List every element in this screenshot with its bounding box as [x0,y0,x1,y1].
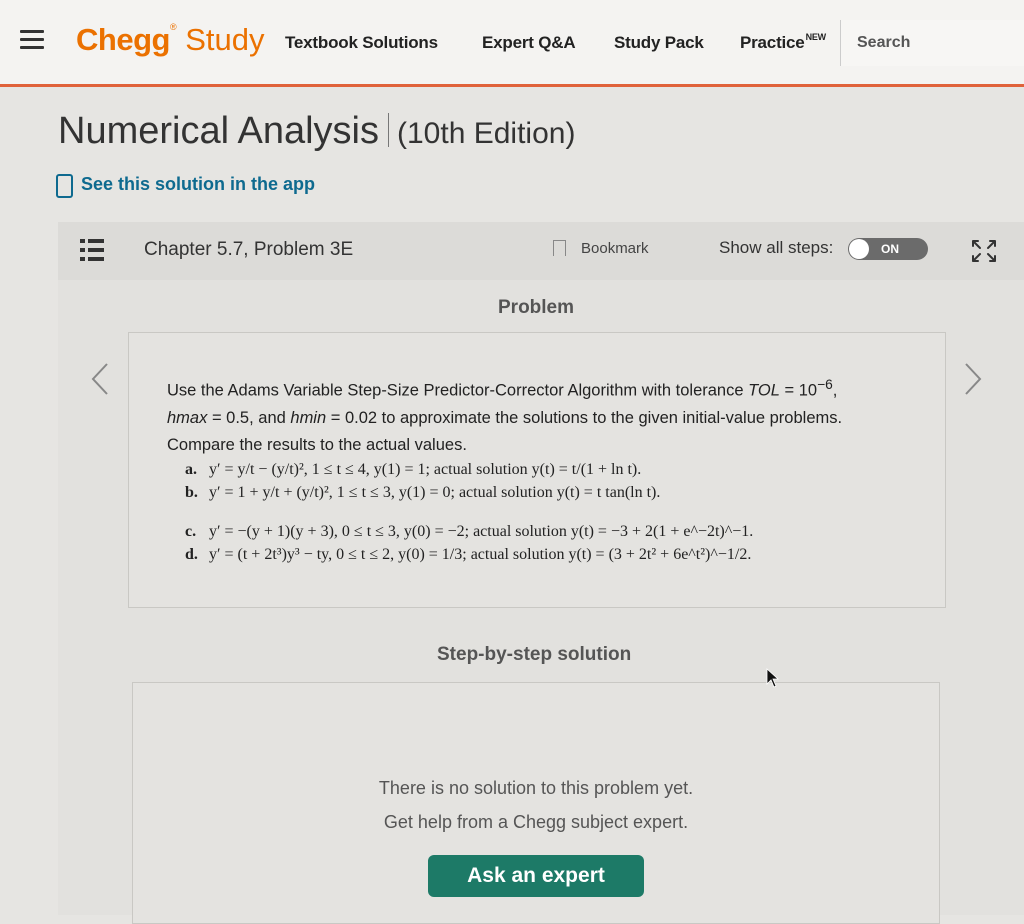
show-all-steps-label: Show all steps: [719,238,834,257]
bookmark-label: Bookmark [581,240,649,257]
logo-brand-text: Chegg [76,22,170,57]
hmin-variable: hmin [290,408,327,427]
item-letter: b. [185,484,198,501]
header-divider [0,84,1024,87]
no-solution-line-1: There is no solution to this problem yet… [378,778,694,798]
chegg-study-logo[interactable]: Chegg® Study [76,22,264,58]
problem-intro: Use the Adams Variable Step-Size Predict… [167,381,749,400]
chapter-problem-label: Chapter 5.7, Problem 3E [144,239,354,260]
hmax-text: = 0.5, and [207,408,291,427]
nav-practice[interactable]: PracticeNEW [740,32,827,53]
new-badge: NEW [805,32,827,42]
expand-icon[interactable] [971,239,997,263]
no-solution-line-2: Get help from a Chegg subject expert. [383,812,689,832]
nav-study-pack[interactable]: Study Pack [614,33,704,53]
no-solution-message: There is no solution to this problem yet… [133,771,939,839]
problem-toolbar: Chapter 5.7, Problem 3E Bookmark Show al… [58,222,1024,280]
hmax-variable: hmax [167,408,208,427]
toggle-state-label: ON [881,242,899,256]
step-by-step-heading: Step-by-step solution [437,644,632,665]
problem-statement: Use the Adams Variable Step-Size Predict… [167,371,887,459]
tol-equals: = 10 [779,381,818,400]
logo-product-text: Study [185,22,265,57]
problem-item-b: b. y′ = 1 + y/t + (y/t)², 1 ≤ t ≤ 3, y(1)… [185,484,660,502]
tol-variable: TOL [748,381,780,400]
page-title: Numerical Analysis (10th Edition) [58,110,575,153]
search-placeholder: Search [857,34,911,51]
toggle-knob [849,239,869,259]
book-edition: (10th Edition) [397,117,576,150]
nav-practice-label: Practice [740,33,805,52]
item-equation: y′ = −(y + 1)(y + 3), 0 ≤ t ≤ 3, y(0) = … [209,523,754,540]
next-arrow-icon[interactable] [963,362,983,396]
problem-statement-box: Use the Adams Variable Step-Size Predict… [128,332,946,608]
problem-item-c: c. y′ = −(y + 1)(y + 3), 0 ≤ t ≤ 3, y(0) … [185,523,753,541]
item-letter: c. [185,523,197,540]
solution-box: There is no solution to this problem yet… [132,682,940,924]
app-link-label: See this solution in the app [81,174,316,194]
mouse-pointer-icon [766,668,780,688]
top-navigation-bar: Chegg® Study Textbook Solutions Expert Q… [0,0,1024,84]
show-all-steps-toggle[interactable]: ON [848,238,928,260]
chapter-list-icon[interactable] [80,239,104,261]
ask-an-expert-button[interactable]: Ask an expert [428,855,644,897]
nav-expert-qa[interactable]: Expert Q&A [482,33,576,53]
solution-content-panel: Problem Use the Adams Variable Step-Size… [58,280,1024,924]
bookmark-icon [553,240,566,256]
previous-arrow-icon[interactable] [90,362,110,396]
item-letter: d. [185,546,198,563]
hamburger-menu-icon[interactable] [20,30,44,50]
problem-item-a: a. y′ = y/t − (y/t)², 1 ≤ t ≤ 4, y(1) = 1… [185,461,641,479]
nav-textbook-solutions[interactable]: Textbook Solutions [285,33,438,53]
item-equation: y′ = (t + 2t³)y³ − ty, 0 ≤ t ≤ 2, y(0) =… [209,546,752,563]
problem-heading: Problem [498,297,575,318]
item-equation: y′ = 1 + y/t + (y/t)², 1 ≤ t ≤ 3, y(1) =… [209,484,661,501]
tol-comma: , [832,381,838,400]
tol-exponent: −6 [817,377,833,392]
item-equation: y′ = y/t − (y/t)², 1 ≤ t ≤ 4, y(1) = 1; … [209,461,642,478]
problem-item-d: d. y′ = (t + 2t³)y³ − ty, 0 ≤ t ≤ 2, y(0)… [185,546,751,564]
phone-icon [56,174,73,198]
search-input[interactable]: Search [840,20,1024,66]
item-letter: a. [185,461,197,478]
book-title: Numerical Analysis [58,110,379,152]
